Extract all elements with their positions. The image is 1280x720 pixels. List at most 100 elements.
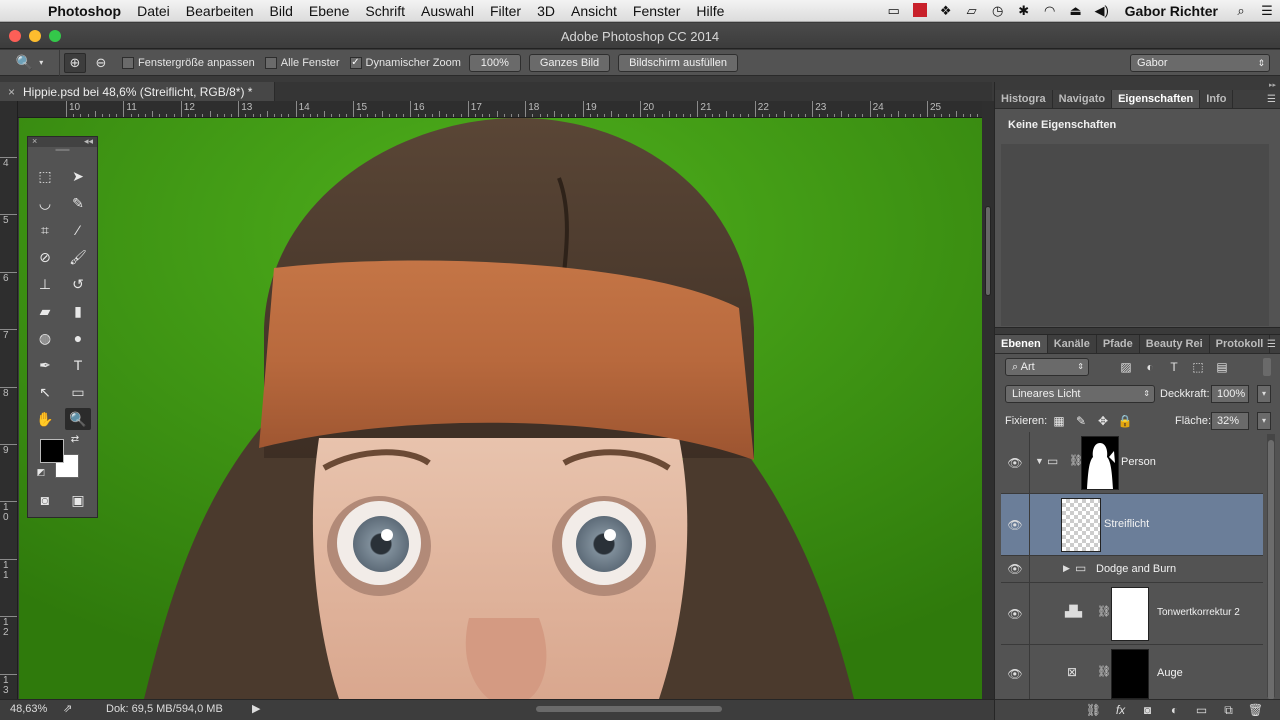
layer-row[interactable]: 👁 ▶ ▭ Dodge and Burn [1001,556,1263,583]
hand-tool-icon[interactable]: ✋ [32,408,58,430]
gradient-tool-icon[interactable]: ▮ [65,300,91,322]
filter-shape-icon[interactable]: ⬚ [1189,358,1207,376]
menu-filter[interactable]: Filter [482,3,529,19]
tab-paths[interactable]: Pfade [1097,335,1140,353]
zoom-level[interactable]: 48,63% [10,703,47,715]
tab-layers[interactable]: Ebenen [995,335,1048,353]
new-adjustment-layer-icon[interactable]: ◐ [1161,703,1188,717]
crop-tool-icon[interactable]: ⌗ [32,219,58,241]
layers-scrollbar[interactable] [1267,434,1275,700]
pen-tool-icon[interactable]: ✒ [32,354,58,376]
blur-tool-icon[interactable]: ◍ [32,327,58,349]
grip-handle[interactable]: ▬▬ [28,146,97,155]
document-canvas[interactable] [19,118,982,699]
transparent-layer-thumbnail[interactable] [1061,498,1101,552]
close-tab-icon[interactable]: × [8,85,15,99]
mask-thumbnail[interactable] [1111,587,1149,641]
document-tab[interactable]: × Hippie.psd bei 48,6% (Streiflicht, RGB… [0,82,275,101]
menu-3d[interactable]: 3D [529,3,563,19]
layer-row[interactable]: 👁 ▟▙ ⛓ Tonwertkorrektur 2 [1001,583,1263,645]
bluetooth-icon[interactable]: ✱ [1011,3,1037,19]
tool-preset-picker[interactable]: 🔍 ▾ [0,49,60,76]
tab-navigator[interactable]: Navigato [1053,90,1113,108]
eye-visibility-icon[interactable]: 👁 [1001,607,1029,621]
canvas-vertical-scrollbar[interactable] [982,101,994,699]
default-colors-icon[interactable]: ◩ [34,465,48,479]
type-tool-icon[interactable]: T [65,354,91,376]
link-layers-icon[interactable]: ⛓ [1080,703,1107,717]
delete-layer-icon[interactable]: 🗑 [1242,703,1269,717]
dodge-tool-icon[interactable]: ● [65,327,91,349]
layer-row-selected[interactable]: 👁 Streiflicht [1001,494,1263,556]
menu-ebene[interactable]: Ebene [301,3,357,19]
workspace-select[interactable]: Gabor ⇕ [1130,54,1270,72]
mask-thumbnail[interactable] [1111,649,1149,699]
clone-stamp-tool-icon[interactable]: ⊥ [32,273,58,295]
tab-histogram[interactable]: Histogra [995,90,1053,108]
eject-icon[interactable]: ⏏ [1063,3,1089,19]
menu-schrift[interactable]: Schrift [357,3,413,19]
collapse-panels-icon[interactable]: ▸▸ [995,82,1280,90]
link-icon[interactable]: ⛓ [1097,665,1111,678]
opacity-input[interactable]: 100% [1211,385,1249,403]
filter-pixel-icon[interactable]: ▨ [1117,358,1135,376]
new-group-icon[interactable]: ▭ [1188,703,1215,717]
app-red-icon[interactable] [907,2,933,20]
zoom-100-button[interactable]: 100% [468,53,521,72]
dynamic-zoom-checkbox[interactable]: ✓ Dynamischer Zoom [349,56,461,69]
airplay-icon[interactable]: ▱ [959,3,985,19]
eyedropper-tool-icon[interactable]: ⁄ [65,219,91,241]
dropbox-icon[interactable]: ❖ [933,3,959,19]
fit-on-screen-button[interactable]: Ganzes Bild [528,53,611,72]
panel-divider[interactable] [995,327,1280,335]
menu-auswahl[interactable]: Auswahl [413,3,482,19]
healing-brush-tool-icon[interactable]: ⊘ [32,246,58,268]
foreground-color-swatch[interactable] [40,439,64,463]
lasso-tool-icon[interactable]: ◡ [32,192,58,214]
tab-beauty-retouch[interactable]: Beauty Rei [1140,335,1210,353]
eraser-tool-icon[interactable]: ▰ [32,300,58,322]
eye-visibility-icon[interactable]: 👁 [1001,456,1029,470]
layer-kind-filter[interactable]: ⌕ Art ⇕ [1005,358,1089,376]
tab-properties[interactable]: Eigenschaften [1112,90,1201,108]
quick-mask-icon[interactable]: ◙ [32,489,58,511]
fill-screen-button[interactable]: Bildschirm ausfüllen [618,53,738,72]
lock-all-icon[interactable]: 🔒 [1117,412,1133,430]
quick-selection-tool-icon[interactable]: ✎ [65,192,91,214]
volume-icon[interactable]: ◀) [1089,3,1115,19]
fit-window-checkbox[interactable]: Fenstergröße anpassen [122,56,255,69]
tab-channels[interactable]: Kanäle [1048,335,1097,353]
layer-style-fx-icon[interactable]: fx [1107,703,1134,717]
canvas-horizontal-scroll-thumb[interactable] [536,706,722,712]
link-icon[interactable]: ⛓ [1097,605,1111,618]
layer-row[interactable]: 👁 ⊠ ⛓ Auge [1001,645,1263,699]
rectangle-tool-icon[interactable]: ▭ [65,381,91,403]
add-mask-icon[interactable]: ◙ [1134,703,1161,717]
menu-app[interactable]: Photoshop [44,3,129,19]
user-name[interactable]: Gabor Richter [1115,3,1228,19]
wifi-icon[interactable]: ◠ [1037,3,1063,19]
path-selection-tool-icon[interactable]: ↖ [32,381,58,403]
panel-menu-icon[interactable]: ☰ [1267,335,1276,354]
menu-datei[interactable]: Datei [129,3,178,19]
ruler-vertical[interactable]: 4 5 6 7 8 9 1 0 1 1 1 2 1 3 [0,101,18,699]
history-brush-tool-icon[interactable]: ↺ [65,273,91,295]
export-icon[interactable]: ⇗ [63,702,72,715]
filter-type-icon[interactable]: T [1165,358,1183,376]
scroll-thumb[interactable] [1268,440,1274,700]
spotlight-search-icon[interactable]: ⌕ [1228,3,1254,19]
opacity-dropdown-icon[interactable]: ▾ [1257,385,1271,403]
display-icon[interactable]: ▭ [881,3,907,19]
menu-bild[interactable]: Bild [262,3,301,19]
notification-list-icon[interactable]: ☰ [1254,3,1280,19]
blend-mode-select[interactable]: Lineares Licht ⇕ [1005,385,1155,403]
collapse-icon[interactable]: ◂◂ [84,136,93,147]
filter-smart-object-icon[interactable]: ▤ [1213,358,1231,376]
scroll-thumb[interactable] [985,206,991,296]
menu-ansicht[interactable]: Ansicht [563,3,625,19]
screen-mode-icon[interactable]: ▣ [65,489,91,511]
fill-dropdown-icon[interactable]: ▾ [1257,412,1271,430]
close-icon[interactable]: × [32,136,37,146]
lock-position-icon[interactable]: ✥ [1095,412,1111,430]
lock-transparency-icon[interactable]: ▦ [1051,412,1067,430]
